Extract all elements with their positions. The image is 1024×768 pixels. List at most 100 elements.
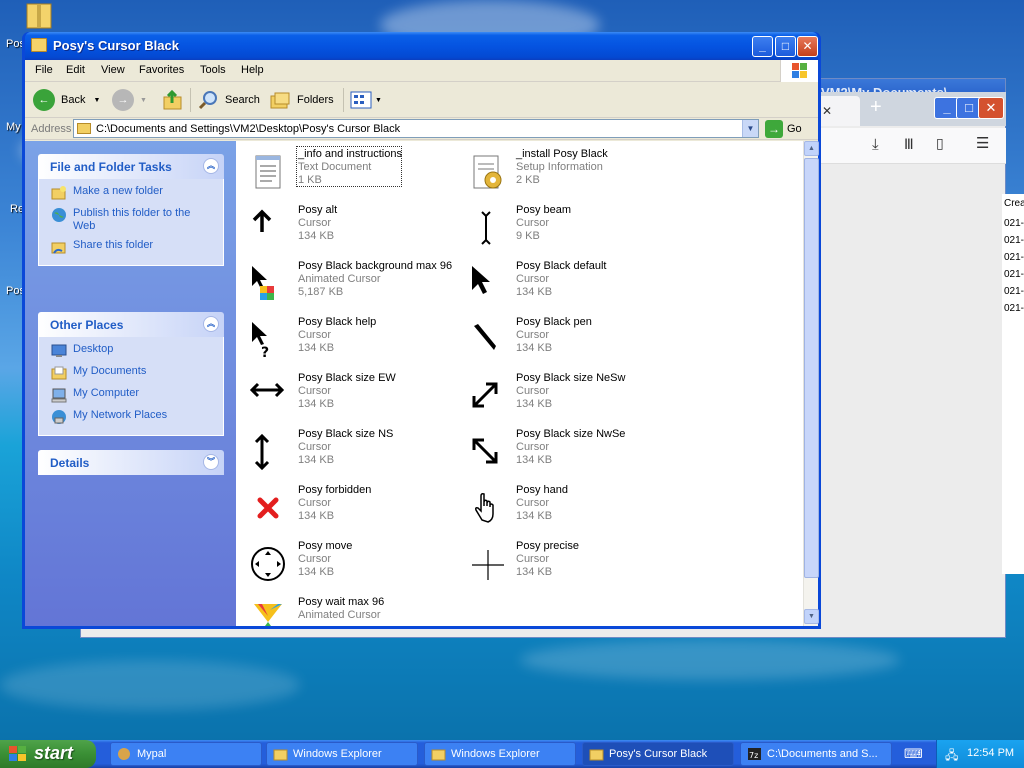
file-size: 134 KB: [298, 454, 335, 466]
close-tab-icon[interactable]: ✕: [822, 104, 832, 118]
search-label: Search: [225, 94, 260, 106]
file-name: Posy Black size NeSw: [516, 372, 626, 384]
file-name: Posy Black default: [516, 260, 607, 272]
desktop-icon-zip[interactable]: [24, 2, 54, 33]
download-icon[interactable]: ⤓: [872, 136, 879, 153]
taskbar-button-explorer[interactable]: Windows Explorer: [266, 742, 418, 766]
taskbar-button-posy[interactable]: Posy's Cursor Black: [582, 742, 734, 766]
start-button[interactable]: start: [0, 740, 96, 768]
toolbar-separator: [190, 88, 191, 112]
menu-edit[interactable]: Edit: [66, 64, 85, 76]
menu-view[interactable]: View: [101, 64, 125, 76]
task-share-folder[interactable]: Share this folder: [51, 239, 215, 255]
file-item[interactable]: Posy beam Cursor 9 KB: [460, 202, 678, 256]
task-label: Make a new folder: [73, 185, 163, 197]
file-item[interactable]: ? Posy Black help Cursor 134 KB: [242, 314, 460, 368]
back-button[interactable]: ← Back ▼: [33, 88, 100, 112]
file-item[interactable]: Posy hand Cursor 134 KB: [460, 482, 678, 536]
file-item[interactable]: Posy Black default Cursor 134 KB: [460, 258, 678, 312]
file-name: Posy Black pen: [516, 316, 592, 328]
up-button[interactable]: [162, 88, 184, 112]
file-item[interactable]: _install Posy Black Setup Information 2 KB: [460, 146, 678, 200]
file-item[interactable]: Posy Black pen Cursor 134 KB: [460, 314, 678, 368]
go-button[interactable]: → Go: [765, 120, 802, 138]
wait-icon: [248, 600, 288, 626]
address-value: C:\Documents and Settings\VM2\Desktop\Po…: [96, 123, 401, 135]
file-type: Cursor: [298, 217, 332, 229]
minimize-button[interactable]: _: [752, 36, 773, 57]
place-my-documents[interactable]: My Documents: [51, 365, 215, 381]
file-size: 134 KB: [298, 566, 335, 578]
menu-bar: File Edit View Favorites Tools Help: [25, 60, 818, 82]
file-type: Cursor: [516, 385, 550, 397]
panel-header[interactable]: File and Folder Tasks ︽: [38, 154, 224, 179]
network-tray-icon[interactable]: 🖧: [945, 746, 958, 767]
file-name: _info and instructions: [298, 148, 402, 160]
menu-icon[interactable]: ☰: [976, 134, 989, 152]
scroll-up-button[interactable]: ▲: [804, 141, 819, 156]
file-item[interactable]: Posy wait max 96 Animated Cursor: [242, 594, 460, 626]
address-input[interactable]: C:\Documents and Settings\VM2\Desktop\Po…: [73, 119, 759, 138]
file-item[interactable]: Posy alt Cursor 134 KB: [242, 202, 460, 256]
panel-body: Make a new folder Publish this folder to…: [38, 179, 224, 266]
desktop-icon-label[interactable]: My: [6, 121, 21, 133]
forward-button[interactable]: → ▼: [112, 88, 147, 112]
scroll-thumb[interactable]: [804, 158, 819, 578]
chevron-down-icon[interactable]: ▼: [140, 97, 147, 104]
clock[interactable]: 12:54 PM: [967, 747, 1014, 759]
file-item[interactable]: Posy Black size EW Cursor 134 KB: [242, 370, 460, 424]
search-button[interactable]: Search: [197, 88, 260, 112]
sidebar-icon[interactable]: ▯: [936, 135, 944, 152]
list-item: 021-: [1004, 269, 1024, 280]
file-item[interactable]: Posy precise Cursor 134 KB: [460, 538, 678, 592]
taskbar-button-explorer[interactable]: Windows Explorer: [424, 742, 576, 766]
scroll-down-button[interactable]: ▼: [804, 609, 819, 624]
views-button[interactable]: ▼: [349, 88, 382, 112]
library-icon[interactable]: Ⅲ: [904, 136, 914, 153]
menu-tools[interactable]: Tools: [200, 64, 226, 76]
toolbar: ← Back ▼ → ▼ Search Folders ▼: [25, 82, 818, 118]
taskbar-button-7zip[interactable]: 7z C:\Documents and S...: [740, 742, 892, 766]
folders-button[interactable]: Folders: [269, 88, 334, 112]
menu-help[interactable]: Help: [241, 64, 264, 76]
file-size: 134 KB: [516, 398, 553, 410]
menu-file[interactable]: File: [35, 64, 53, 76]
file-size: 1 KB: [298, 174, 322, 186]
file-item[interactable]: Posy Black size NwSe Cursor 134 KB: [460, 426, 678, 480]
menu-favorites[interactable]: Favorites: [139, 64, 184, 76]
place-network[interactable]: My Network Places: [51, 409, 215, 425]
place-label: Desktop: [73, 343, 114, 355]
panel-title: Other Places: [50, 318, 124, 332]
task-publish-web[interactable]: Publish this folder to the Web: [51, 207, 215, 233]
new-tab-icon[interactable]: +: [870, 96, 882, 119]
panel-header[interactable]: Details ︾: [38, 450, 224, 475]
file-item[interactable]: Posy Black background max 96 Animated Cur…: [242, 258, 460, 312]
panel-header[interactable]: Other Places ︽: [38, 312, 224, 337]
chevron-down-icon[interactable]: ▼: [742, 120, 758, 137]
title-bar[interactable]: Posy's Cursor Black _ □ ✕: [25, 32, 818, 60]
chevron-down-icon[interactable]: ▼: [93, 97, 100, 104]
maximize-button[interactable]: □: [775, 36, 796, 57]
move-icon: [248, 544, 288, 584]
explorer-window[interactable]: Posy's Cursor Black _ □ ✕ File Edit View…: [22, 32, 821, 629]
keyboard-icon[interactable]: ⌨: [904, 746, 923, 762]
vertical-scrollbar[interactable]: ▲ ▼: [803, 141, 819, 626]
place-my-computer[interactable]: My Computer: [51, 387, 215, 403]
close-icon[interactable]: ✕: [978, 97, 1004, 119]
list-item: 021-: [1004, 218, 1024, 229]
task-make-folder[interactable]: Make a new folder: [51, 185, 215, 201]
file-item[interactable]: Posy Black size NeSw Cursor 134 KB: [460, 370, 678, 424]
collapse-icon[interactable]: ︽: [203, 158, 219, 174]
file-item[interactable]: _info and instructions Text Document 1 KB: [242, 146, 460, 200]
place-desktop[interactable]: Desktop: [51, 343, 215, 359]
pointer-busy-icon: [248, 264, 288, 304]
close-button[interactable]: ✕: [797, 36, 818, 57]
text-document-icon: [248, 152, 288, 192]
chevron-down-icon[interactable]: ▼: [375, 97, 382, 104]
taskbar-button-mypal[interactable]: Mypal: [110, 742, 262, 766]
collapse-icon[interactable]: ︽: [203, 316, 219, 332]
file-item[interactable]: Posy forbidden Cursor 134 KB: [242, 482, 460, 536]
file-item[interactable]: Posy Black size NS Cursor 134 KB: [242, 426, 460, 480]
expand-icon[interactable]: ︾: [203, 454, 219, 470]
file-item[interactable]: Posy move Cursor 134 KB: [242, 538, 460, 592]
